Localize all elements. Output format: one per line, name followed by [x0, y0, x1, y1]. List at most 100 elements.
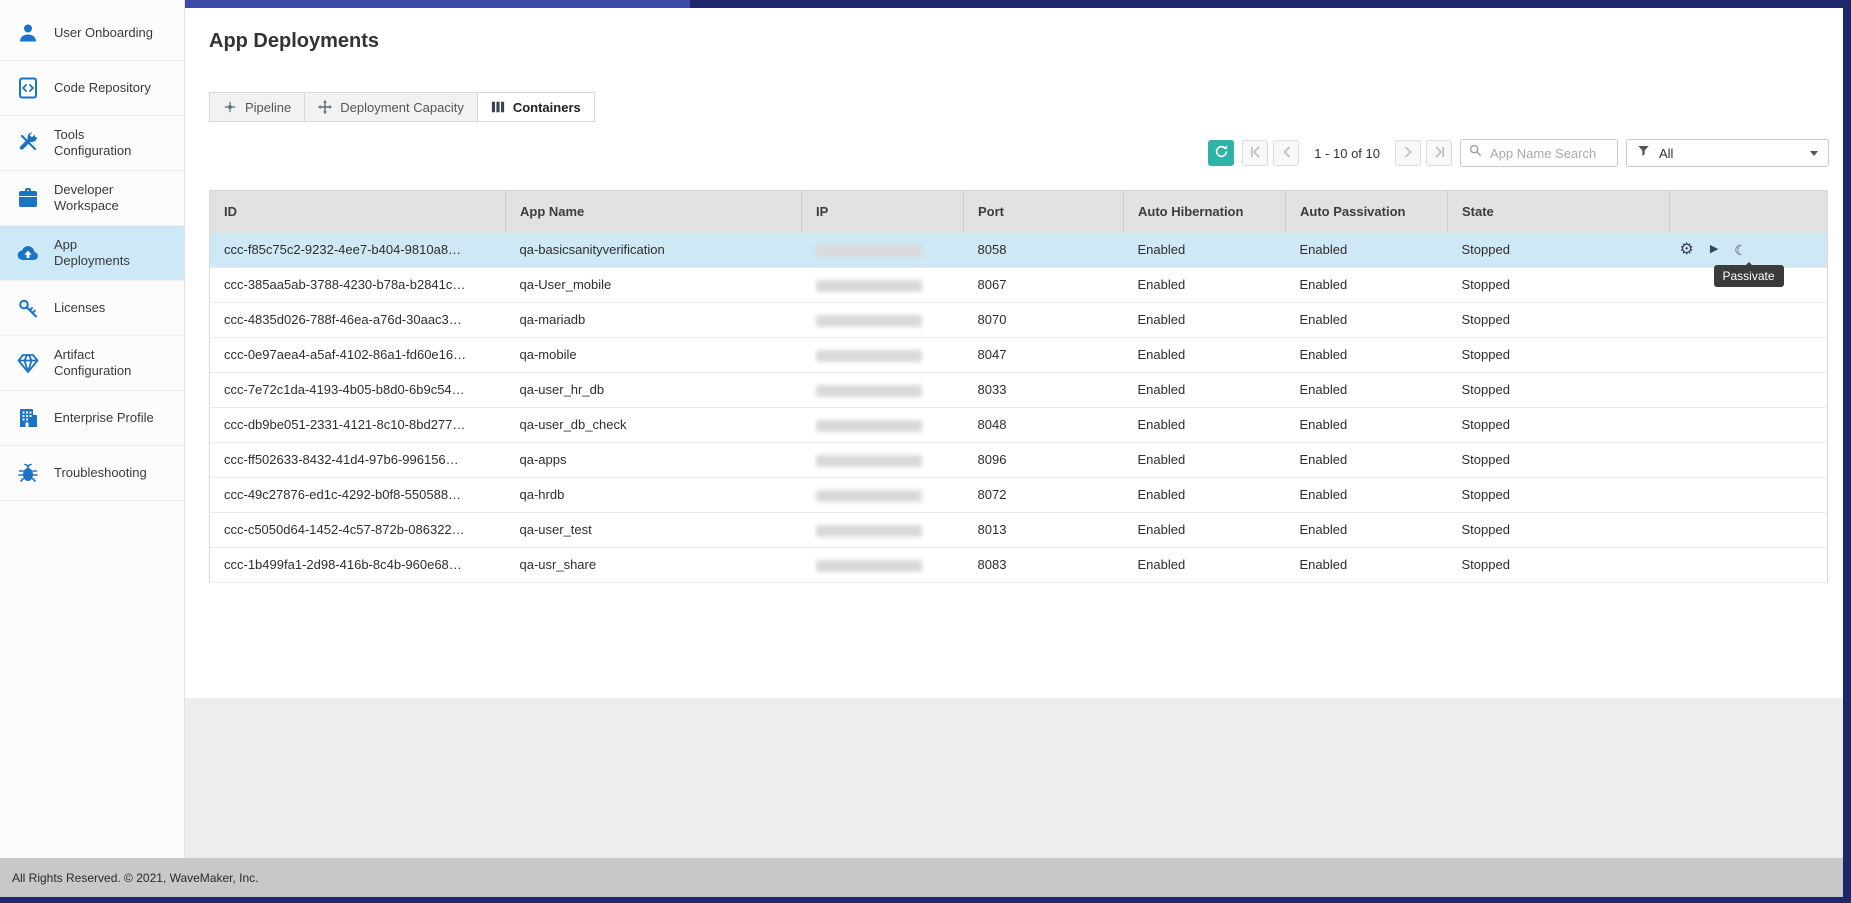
filter-value: All: [1659, 146, 1801, 161]
cell-id: ccc-7e72c1da-4193-4b05-b8d0-6b9c54…: [210, 372, 506, 407]
cell-state: Stopped: [1448, 337, 1670, 372]
cell-ip: [802, 477, 964, 512]
cell-actions: [1670, 512, 1828, 547]
cell-state: Stopped: [1448, 267, 1670, 302]
settings-button[interactable]: ⚙: [1680, 242, 1694, 258]
row-actions: ⚙▶☾Passivate: [1670, 233, 1828, 267]
sidebar-item-user-onboarding[interactable]: User Onboarding: [0, 6, 184, 61]
table-row[interactable]: ccc-7e72c1da-4193-4b05-b8d0-6b9c54… qa-u…: [210, 372, 1828, 407]
table-row[interactable]: ccc-0e97aea4-a5af-4102-86a1-fd60e16… qa-…: [210, 337, 1828, 372]
sidebar-item-label: Code Repository: [54, 80, 156, 96]
pagination: 1 - 10 of 10: [1242, 140, 1452, 166]
filter-dropdown[interactable]: All: [1626, 139, 1829, 167]
cell-auto-hibernation: Enabled: [1124, 267, 1286, 302]
cell-actions: [1670, 337, 1828, 372]
ip-redacted: [816, 490, 922, 502]
table-row[interactable]: ccc-49c27876-ed1c-4292-b0f8-550588… qa-h…: [210, 477, 1828, 512]
top-bar: [185, 0, 1851, 8]
cell-id: ccc-49c27876-ed1c-4292-b0f8-550588…: [210, 477, 506, 512]
cell-actions: [1670, 302, 1828, 337]
row-actions: [1670, 548, 1828, 582]
cell-actions: [1670, 477, 1828, 512]
sidebar-item-troubleshooting[interactable]: Troubleshooting: [0, 446, 184, 501]
cell-auto-hibernation: Enabled: [1124, 407, 1286, 442]
cell-actions: [1670, 372, 1828, 407]
cell-auto-passivation: Enabled: [1286, 512, 1448, 547]
ip-redacted: [816, 525, 922, 537]
sidebar-item-label: App Deployments: [54, 237, 156, 269]
cell-auto-passivation: Enabled: [1286, 442, 1448, 477]
cell-state: Stopped: [1448, 547, 1670, 582]
sidebar-item-label: Developer Workspace: [54, 182, 156, 214]
cell-port: 8033: [964, 372, 1124, 407]
table-row[interactable]: ccc-db9be051-2331-4121-8c10-8bd277… qa-u…: [210, 407, 1828, 442]
row-actions: [1670, 373, 1828, 407]
table-row[interactable]: ccc-385aa5ab-3788-4230-b78a-b2841c… qa-U…: [210, 267, 1828, 302]
sidebar-item-app-deployments[interactable]: App Deployments: [0, 226, 184, 281]
cell-auto-passivation: Enabled: [1286, 477, 1448, 512]
pipeline-icon: [223, 100, 237, 114]
sidebar-item-label: User Onboarding: [54, 25, 156, 41]
building-icon: [15, 405, 41, 431]
tab-containers[interactable]: Containers: [477, 92, 595, 122]
last-page-button[interactable]: [1426, 140, 1452, 166]
sidebar-item-tools-configuration[interactable]: Tools Configuration: [0, 116, 184, 171]
table-row[interactable]: ccc-f85c75c2-9232-4ee7-b404-9810a8… qa-b…: [210, 233, 1828, 268]
cell-state: Stopped: [1448, 442, 1670, 477]
containers-table: IDApp NameIPPortAuto HibernationAuto Pas…: [209, 190, 1828, 583]
cell-ip: [802, 267, 964, 302]
cell-auto-hibernation: Enabled: [1124, 302, 1286, 337]
table-row[interactable]: ccc-ff502633-8432-41d4-97b6-996156… qa-a…: [210, 442, 1828, 477]
cell-auto-hibernation: Enabled: [1124, 233, 1286, 268]
cell-state: Stopped: [1448, 302, 1670, 337]
refresh-button[interactable]: [1208, 140, 1234, 166]
next-page-button[interactable]: [1395, 140, 1421, 166]
cell-id: ccc-385aa5ab-3788-4230-b78a-b2841c…: [210, 267, 506, 302]
ip-redacted: [816, 315, 922, 327]
passivate-button[interactable]: ☾: [1734, 243, 1747, 257]
cell-id: ccc-1b499fa1-2d98-416b-8c4b-960e68…: [210, 547, 506, 582]
table-row[interactable]: ccc-1b499fa1-2d98-416b-8c4b-960e68… qa-u…: [210, 547, 1828, 582]
sidebar-item-label: Artifact Configuration: [54, 347, 156, 379]
prev-page-button[interactable]: [1273, 140, 1299, 166]
cell-port: 8096: [964, 442, 1124, 477]
tab-label: Deployment Capacity: [340, 100, 464, 115]
table-row[interactable]: ccc-c5050d64-1452-4c57-872b-086322… qa-u…: [210, 512, 1828, 547]
bug-icon: [15, 460, 41, 486]
row-actions: [1670, 513, 1828, 547]
cloud-upload-icon: [15, 240, 41, 266]
tab-deployment-capacity[interactable]: Deployment Capacity: [304, 92, 478, 122]
cell-port: 8048: [964, 407, 1124, 442]
cell-ip: [802, 302, 964, 337]
user-icon: [15, 20, 41, 46]
cell-app-name: qa-apps: [506, 442, 802, 477]
tab-label: Pipeline: [245, 100, 291, 115]
cell-id: ccc-0e97aea4-a5af-4102-86a1-fd60e16…: [210, 337, 506, 372]
sidebar-item-code-repository[interactable]: Code Repository: [0, 61, 184, 116]
tab-pipeline[interactable]: Pipeline: [209, 92, 305, 122]
ip-redacted: [816, 420, 922, 432]
table-row[interactable]: ccc-4835d026-788f-46ea-a76d-30aac3… qa-m…: [210, 302, 1828, 337]
cell-auto-passivation: Enabled: [1286, 233, 1448, 268]
sidebar-item-artifact-configuration[interactable]: Artifact Configuration: [0, 336, 184, 391]
cell-actions: ⚙▶☾Passivate: [1670, 233, 1828, 268]
cell-port: 8067: [964, 267, 1124, 302]
sidebar-item-licenses[interactable]: Licenses: [0, 281, 184, 336]
search-box: [1460, 139, 1618, 167]
cell-id: ccc-c5050d64-1452-4c57-872b-086322…: [210, 512, 506, 547]
column-header-id: ID: [210, 191, 506, 233]
sidebar-item-developer-workspace[interactable]: Developer Workspace: [0, 171, 184, 226]
first-page-button[interactable]: [1242, 140, 1268, 166]
sidebar: User Onboarding Code Repository Tools Co…: [0, 0, 185, 858]
cell-app-name: qa-mobile: [506, 337, 802, 372]
cell-state: Stopped: [1448, 477, 1670, 512]
start-button[interactable]: ▶: [1710, 244, 1718, 255]
cell-app-name: qa-User_mobile: [506, 267, 802, 302]
search-input[interactable]: [1488, 145, 1609, 162]
first-page-icon: [1250, 146, 1261, 161]
sidebar-item-enterprise-profile[interactable]: Enterprise Profile: [0, 391, 184, 446]
cell-auto-passivation: Enabled: [1286, 372, 1448, 407]
refresh-icon: [1214, 144, 1229, 162]
sidebar-item-label: Troubleshooting: [54, 465, 156, 481]
cell-ip: [802, 337, 964, 372]
